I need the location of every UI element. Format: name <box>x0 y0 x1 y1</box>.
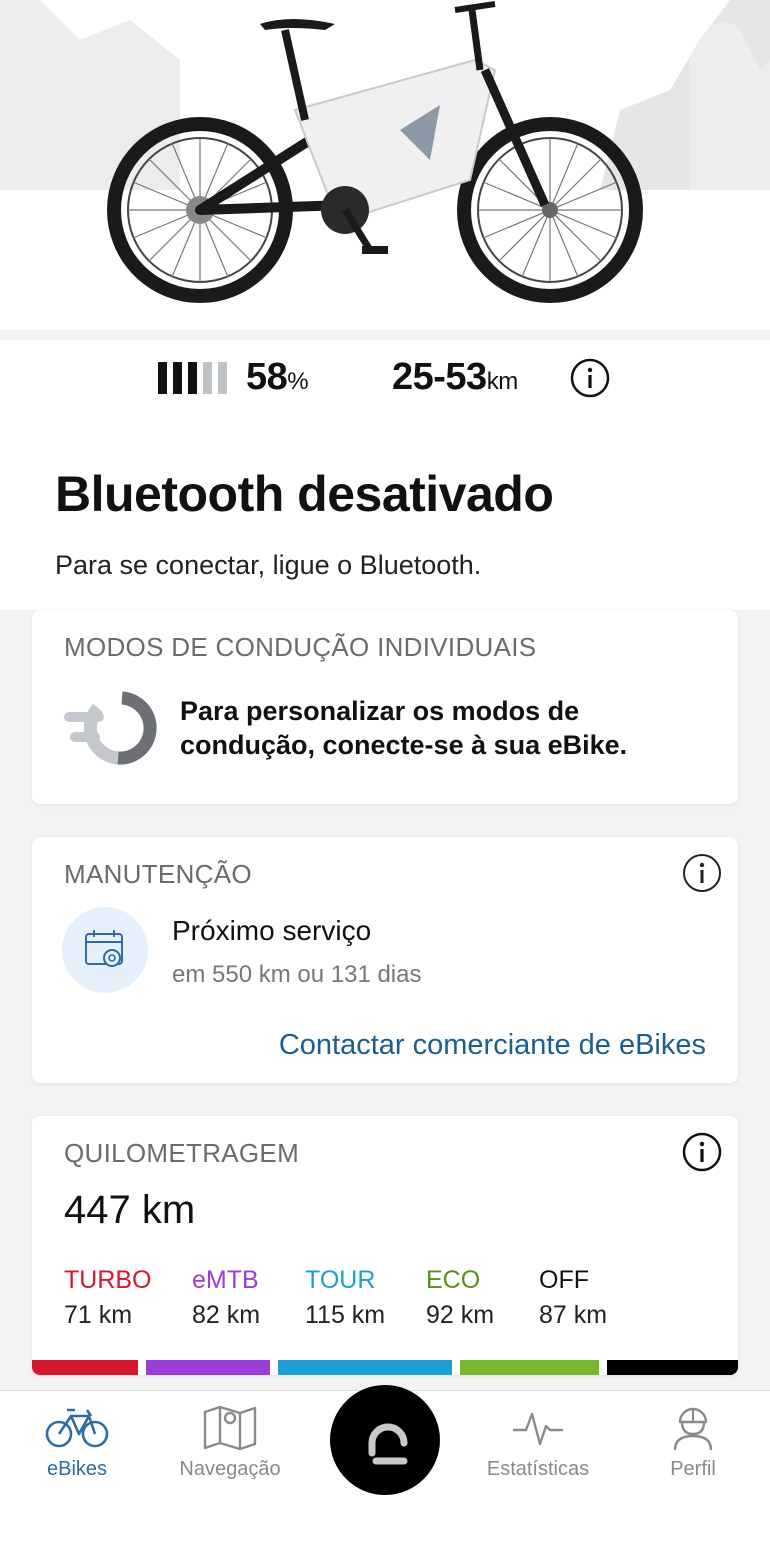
battery-level-icon <box>158 362 227 394</box>
info-icon[interactable] <box>682 1132 722 1172</box>
tab-label: Estatísticas <box>486 1458 590 1480</box>
mileage-card: QUILOMETRAGEM 447 km TURBO 71 km eMTB 82… <box>32 1116 738 1375</box>
tab-statistics[interactable]: Estatísticas <box>473 1404 603 1481</box>
mode-tour: TOUR 115 km <box>305 1266 385 1330</box>
contact-dealer-link[interactable]: Contactar comerciante de eBikes <box>279 1029 706 1062</box>
riding-modes-card[interactable]: MODOS DE CONDUÇÃO INDIVIDUAIS Para perso… <box>32 610 738 804</box>
bike-icon <box>45 1408 109 1448</box>
mode-name: TOUR <box>305 1266 376 1294</box>
status-subtitle: Para se conectar, ligue o Bluetooth. <box>55 550 482 580</box>
battery-unit: % <box>287 368 309 395</box>
mode-bar-off <box>607 1360 738 1375</box>
mode-km: 71 km <box>64 1301 133 1329</box>
card-title: MODOS DE CONDUÇÃO INDIVIDUAIS <box>64 632 537 662</box>
tab-label: Perfil <box>670 1458 716 1480</box>
ride-screen-icon <box>368 1423 408 1465</box>
riding-mode-dial-icon <box>64 691 157 765</box>
mode-km: 115 km <box>305 1301 386 1329</box>
tab-profile[interactable]: Perfil <box>628 1404 758 1481</box>
mode-emtb: eMTB 82 km <box>192 1266 260 1330</box>
mode-bar-tour <box>278 1360 452 1375</box>
mode-name: eMTB <box>192 1266 259 1294</box>
mode-bar-eco <box>460 1360 599 1375</box>
tab-label: eBikes <box>46 1458 108 1480</box>
range-unit: km <box>486 368 519 395</box>
info-icon[interactable] <box>570 358 610 398</box>
next-service-detail: em 550 km ou 131 dias <box>172 961 422 988</box>
mode-name: TURBO <box>64 1266 152 1294</box>
mode-bar-emtb <box>146 1360 270 1375</box>
tab-navigation[interactable]: Navegação <box>165 1404 295 1481</box>
ebike-image <box>107 1 643 303</box>
estimated-range: 25-53km <box>392 356 518 399</box>
mode-off: OFF 87 km <box>539 1266 607 1330</box>
card-title: MANUTENÇÃO <box>64 859 252 889</box>
calendar-gear-icon <box>85 930 123 967</box>
mode-km: 82 km <box>192 1301 261 1329</box>
mode-km: 87 km <box>539 1301 608 1329</box>
riding-modes-message: Para personalizar os modos de condução, … <box>180 696 628 760</box>
mode-name: ECO <box>426 1266 481 1294</box>
activity-icon <box>513 1412 563 1446</box>
ride-screen-button[interactable] <box>330 1385 440 1495</box>
service-icon-badge <box>62 907 148 993</box>
mode-name: OFF <box>539 1266 589 1294</box>
tab-ebikes[interactable]: eBikes <box>12 1404 142 1481</box>
range-value: 25-53 <box>392 356 487 398</box>
total-mileage: 447 km <box>64 1188 196 1232</box>
mode-bar-turbo <box>32 1360 138 1375</box>
profile-icon <box>673 1407 713 1450</box>
map-icon <box>203 1405 257 1450</box>
bike-hero <box>0 0 770 330</box>
next-service-label: Próximo serviço <box>172 915 372 946</box>
info-icon[interactable] <box>682 853 722 893</box>
mode-turbo: TURBO 71 km <box>64 1266 152 1330</box>
mode-eco: ECO 92 km <box>426 1266 494 1330</box>
mode-km: 92 km <box>426 1301 495 1329</box>
card-title: QUILOMETRAGEM <box>64 1138 300 1168</box>
battery-percentage: 58% <box>246 356 309 399</box>
status-title: Bluetooth desativado <box>55 466 554 522</box>
bike-stats <box>0 340 770 420</box>
maintenance-card: MANUTENÇÃO Próximo serviço em 550 km ou … <box>32 837 738 1083</box>
tab-label: Navegação <box>179 1458 281 1480</box>
battery-value: 58 <box>246 356 288 398</box>
